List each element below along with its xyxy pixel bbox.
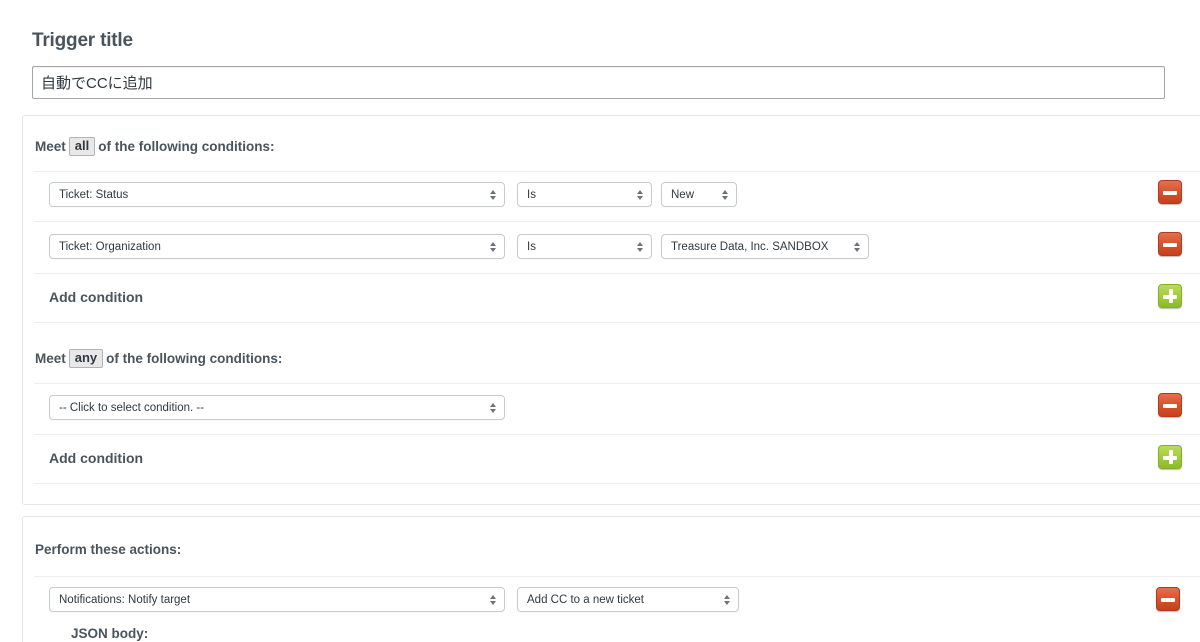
condition-any-0-remove-button[interactable] (1158, 393, 1182, 417)
stepper-icon (722, 188, 730, 202)
action-0-value-value: Add CC to a new ticket (527, 593, 644, 606)
divider (34, 221, 1200, 222)
add-condition-any-plus-button[interactable] (1158, 445, 1182, 469)
meet-all-badge[interactable]: all (68, 137, 96, 157)
action-0-field-select[interactable]: Notifications: Notify target (49, 587, 505, 612)
stepper-icon (490, 401, 498, 415)
stepper-icon (637, 188, 645, 202)
condition-all-0-operator-value: Is (527, 188, 536, 201)
divider (34, 273, 1200, 274)
condition-all-1-remove-button[interactable] (1158, 232, 1182, 256)
stepper-icon (490, 240, 498, 254)
meet-any-badge[interactable]: any (68, 349, 104, 369)
stepper-icon (490, 593, 498, 607)
action-0-value-select[interactable]: Add CC to a new ticket (517, 587, 739, 612)
page-title: Trigger title (32, 30, 133, 51)
condition-all-0-value-value: New (671, 188, 695, 201)
divider (34, 322, 1200, 323)
add-condition-any-button[interactable]: Add condition (49, 450, 143, 466)
condition-all-1-value-select[interactable]: Treasure Data, Inc. SANDBOX (661, 234, 869, 259)
stepper-icon (490, 188, 498, 202)
actions-panel: Perform these actions: Notifications: No… (22, 516, 1200, 642)
divider (34, 383, 1200, 384)
meet-any-prefix: Meet (35, 351, 66, 366)
stepper-icon (724, 593, 732, 607)
trigger-editor-page: Trigger title Meetallof the following co… (0, 0, 1200, 642)
stepper-icon (854, 240, 862, 254)
meet-all-prefix: Meet (35, 139, 66, 154)
condition-all-0-field-select[interactable]: Ticket: Status (49, 182, 505, 207)
meet-any-suffix: of the following conditions: (106, 351, 283, 366)
divider (34, 483, 1200, 484)
action-0-remove-button[interactable] (1156, 587, 1180, 611)
condition-all-1-operator-select[interactable]: Is (517, 234, 652, 259)
trigger-title-input[interactable] (32, 66, 1165, 99)
condition-all-0-operator-select[interactable]: Is (517, 182, 652, 207)
meet-all-suffix: of the following conditions: (98, 139, 275, 154)
actions-heading: Perform these actions: (35, 542, 182, 557)
divider (34, 576, 1200, 577)
condition-all-1-value-value: Treasure Data, Inc. SANDBOX (671, 240, 829, 253)
condition-all-0-value-select[interactable]: New (661, 182, 737, 207)
action-0-field-value: Notifications: Notify target (59, 593, 191, 606)
condition-all-1-field-select[interactable]: Ticket: Organization (49, 234, 505, 259)
add-condition-all-plus-button[interactable] (1158, 284, 1182, 308)
condition-all-0-field-value: Ticket: Status (59, 188, 129, 201)
stepper-icon (637, 240, 645, 254)
condition-all-1-operator-value: Is (527, 240, 536, 253)
add-condition-all-button[interactable]: Add condition (49, 289, 143, 305)
condition-any-0-field-select[interactable]: -- Click to select condition. -- (49, 395, 505, 420)
condition-any-0-field-value: -- Click to select condition. -- (59, 401, 205, 414)
condition-all-1-field-value: Ticket: Organization (59, 240, 161, 253)
divider (34, 434, 1200, 435)
condition-all-0-remove-button[interactable] (1158, 180, 1182, 204)
conditions-panel: Meet all of the following conditions: Tick… (22, 115, 1200, 505)
json-body-label: JSON body: (71, 626, 149, 641)
divider (34, 171, 1200, 172)
meet-all-heading: Meet all of the following conditions: (35, 137, 275, 157)
meet-any-heading: Meet any of the following conditions: (35, 349, 283, 369)
